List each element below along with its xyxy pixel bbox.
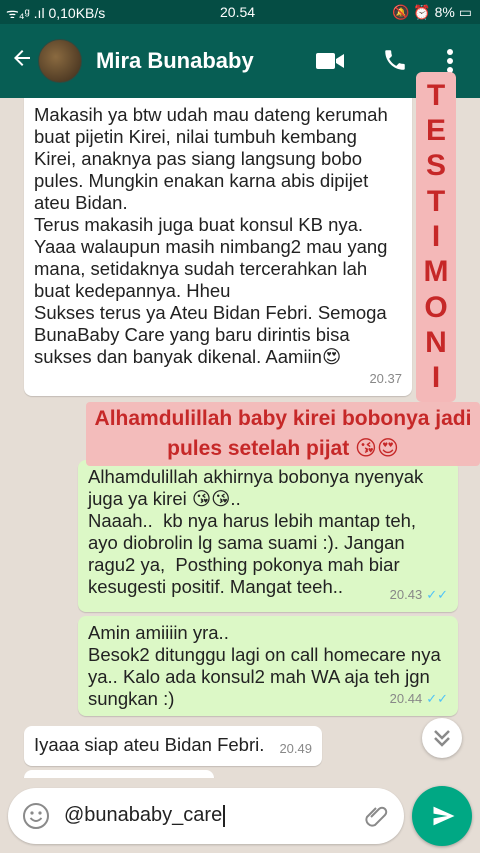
message-outgoing[interactable]: Amin amiiiin yra.. Besok2 ditunggu lagi …	[78, 616, 458, 716]
message-incoming[interactable]: Makasih ya btw udah mau dateng kerumah b…	[24, 98, 412, 396]
contact-avatar[interactable]	[38, 39, 82, 83]
send-button[interactable]	[412, 786, 472, 846]
compose-bar: @bunababy_care	[0, 778, 480, 853]
status-time: 20.54	[220, 4, 256, 20]
message-input[interactable]: @bunababy_care	[64, 804, 226, 827]
back-arrow-icon[interactable]	[10, 46, 34, 77]
message-time: 20.44	[389, 691, 423, 706]
message-meta: 20.44 ✓✓	[390, 688, 448, 710]
phone-call-icon[interactable]	[382, 46, 408, 74]
message-text: Iyaaa siap ateu Bidan Febri.	[34, 734, 265, 755]
testimoni-letter: I	[431, 361, 441, 395]
emoji-icon[interactable]	[22, 802, 50, 830]
more-options-icon[interactable]	[446, 48, 454, 74]
message-text: Alhamdulillah akhirnya bobonya nyenyak j…	[88, 466, 424, 597]
caption-line: Alhamdulillah baby kirei bobonya jadi	[94, 407, 472, 430]
message-outgoing[interactable]: Alhamdulillah akhirnya bobonya nyenyak j…	[78, 460, 458, 612]
testimoni-letter: S	[425, 149, 446, 183]
battery-status: 🔕 ⏰ 8% ▭	[392, 4, 472, 20]
contact-name[interactable]: Mira Bunababy	[96, 48, 254, 74]
caption-line: pules setelah pijat 😘😍	[167, 437, 399, 460]
testimoni-letter: T	[426, 78, 446, 112]
read-ticks-icon: ✓✓	[426, 691, 448, 706]
message-text: Makasih ya btw udah mau dateng kerumah b…	[34, 104, 388, 367]
message-time: 20.49	[279, 741, 312, 756]
send-icon	[433, 806, 455, 826]
testimoni-banner: T E S T I M O N I	[416, 72, 456, 402]
message-incoming[interactable]: Iyaaa siap ateu Bidan Febri. 20.49	[24, 726, 322, 766]
message-time: 20.37	[369, 371, 402, 386]
message-time: 20.43	[389, 587, 423, 602]
video-call-icon[interactable]	[316, 52, 344, 70]
read-ticks-icon: ✓✓	[426, 587, 448, 602]
chat-header: Mira Bunababy	[0, 24, 480, 98]
testimoni-letter: E	[425, 113, 446, 147]
double-chevron-down-icon	[434, 730, 450, 747]
testimoni-letter: I	[431, 219, 441, 253]
status-bar: ᯤ₄ᵍ .ıl 0,10KB/s 20.54 🔕 ⏰ 8% ▭	[0, 0, 480, 24]
message-input-container[interactable]: @bunababy_care	[8, 788, 404, 844]
paperclip-icon[interactable]	[362, 802, 390, 830]
message-incoming-partial[interactable]	[24, 770, 214, 778]
testimoni-letter: N	[425, 325, 447, 359]
scroll-to-bottom-button[interactable]	[422, 718, 462, 758]
message-meta: 20.43 ✓✓	[390, 584, 448, 606]
network-status: ᯤ₄ᵍ .ıl 0,10KB/s	[6, 5, 106, 21]
testimonial-caption: Alhamdulillah baby kirei bobonya jadi pu…	[86, 402, 480, 466]
testimoni-letter: O	[424, 290, 448, 324]
testimoni-letter: M	[423, 255, 449, 289]
testimoni-letter: T	[426, 184, 446, 218]
